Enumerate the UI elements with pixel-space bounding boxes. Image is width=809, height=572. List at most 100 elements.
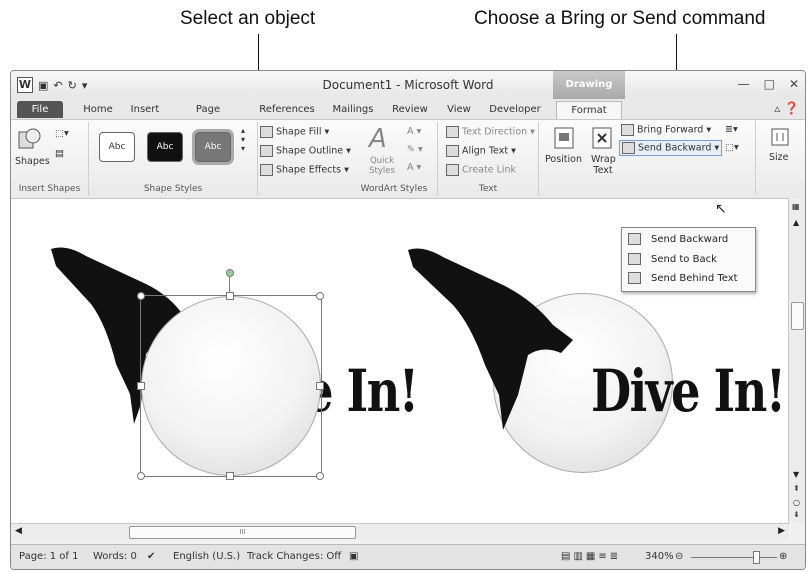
- circle-shape-selected[interactable]: [141, 296, 321, 476]
- send-backward-menu: Send Backward Send to Back Send Behind T…: [621, 227, 756, 292]
- zoom-slider-track[interactable]: [691, 557, 777, 558]
- group-objects-icon[interactable]: ⬚▾: [725, 142, 739, 153]
- status-language[interactable]: English (U.S.): [173, 551, 240, 562]
- shape-style-white[interactable]: Abc: [99, 132, 135, 162]
- mouse-cursor-icon: ↖: [715, 201, 727, 217]
- group-arrange-large: Position Wrap Text: [539, 122, 618, 196]
- tab-format[interactable]: Format: [556, 101, 622, 119]
- word-window: W ▣ ↶ ↻ ▾ Document1 - Microsoft Word Dra…: [10, 70, 806, 570]
- resize-handle-ne[interactable]: [316, 292, 324, 300]
- window-controls: — □ ✕: [738, 77, 799, 91]
- create-link-button[interactable]: Create Link: [446, 164, 516, 176]
- resize-handle-se[interactable]: [316, 472, 324, 480]
- view-buttons[interactable]: ▤▥▦≡≣: [561, 551, 621, 562]
- status-words[interactable]: Words: 0: [93, 551, 137, 562]
- minimize-icon[interactable]: —: [738, 77, 750, 91]
- bring-forward-button[interactable]: Bring Forward ▾: [621, 124, 711, 136]
- vertical-scrollbar[interactable]: ▦ ▲ ▼ ⇞ ○ ⇟: [788, 198, 805, 523]
- horizontal-scrollbar[interactable]: ◀ III ▶: [11, 523, 789, 540]
- position-button[interactable]: Position: [545, 154, 582, 165]
- browse-object-icon[interactable]: ○: [793, 498, 800, 507]
- status-zoom-level[interactable]: 340%: [645, 551, 674, 562]
- callout-bring-send: Choose a Bring or Send command: [474, 8, 766, 29]
- group-wordart-styles: A Quick Styles A ▾ ✎ ▾ A ▾ WordArt Style…: [351, 122, 438, 196]
- next-page-icon[interactable]: ⇟: [793, 510, 800, 519]
- resize-handle-w[interactable]: [137, 382, 145, 390]
- align-icon[interactable]: ≣▾: [725, 124, 738, 135]
- text-fill-icon[interactable]: A ▾: [407, 126, 421, 137]
- text-direction-button[interactable]: Text Direction ▾: [446, 126, 535, 138]
- scroll-up-icon[interactable]: ▲: [793, 218, 799, 227]
- proofing-icon[interactable]: ✔: [147, 551, 155, 562]
- zoom-out-icon[interactable]: ⊝: [675, 551, 683, 562]
- wrap-text-icon[interactable]: [591, 126, 613, 150]
- tab-mailings[interactable]: Mailings: [329, 101, 377, 118]
- shape-style-gray[interactable]: Abc: [192, 129, 234, 165]
- send-backward-button[interactable]: Send Backward ▾: [619, 140, 723, 156]
- wordart-a-icon[interactable]: A: [369, 124, 387, 154]
- rotation-handle[interactable]: [226, 269, 234, 277]
- shape-style-black[interactable]: Abc: [147, 132, 183, 162]
- ruler-toggle-icon[interactable]: ▦: [792, 202, 800, 211]
- group-label-text: Text: [478, 184, 498, 194]
- shape-effects-button[interactable]: Shape Effects ▾: [260, 164, 349, 176]
- text-box-icon[interactable]: ▤: [55, 148, 64, 159]
- link-icon: [446, 164, 459, 176]
- diver-image-right[interactable]: [403, 245, 578, 435]
- resize-handle-s[interactable]: [226, 472, 234, 480]
- shape-fill-button[interactable]: Shape Fill ▾: [260, 126, 329, 138]
- scroll-left-icon[interactable]: ◀: [15, 526, 22, 536]
- tab-insert[interactable]: Insert: [128, 101, 162, 118]
- size-button[interactable]: Size: [769, 152, 789, 163]
- text-direction-icon: [446, 126, 459, 138]
- status-page[interactable]: Page: 1 of 1: [19, 551, 78, 562]
- quick-styles-button[interactable]: Quick Styles: [367, 156, 397, 176]
- tab-review[interactable]: Review: [391, 101, 429, 118]
- zoom-slider-thumb[interactable]: [753, 551, 760, 564]
- position-icon[interactable]: [553, 126, 575, 150]
- title-bar: W ▣ ↶ ↻ ▾ Document1 - Microsoft Word Dra…: [11, 71, 805, 118]
- menu-item-send-to-back[interactable]: Send to Back: [622, 250, 755, 269]
- menu-item-send-backward[interactable]: Send Backward: [622, 230, 755, 249]
- group-label-insert-shapes: Insert Shapes: [18, 184, 81, 194]
- resize-handle-n[interactable]: [226, 292, 234, 300]
- wrap-text-button[interactable]: Wrap Text: [591, 154, 616, 176]
- vertical-scroll-thumb[interactable]: [791, 302, 804, 330]
- resize-handle-nw[interactable]: [137, 292, 145, 300]
- send-backward-icon: [622, 142, 635, 154]
- shape-outline-button[interactable]: Shape Outline ▾: [260, 145, 351, 157]
- send-behind-text-icon: [628, 272, 641, 284]
- text-effects-icon[interactable]: A ▾: [407, 162, 421, 173]
- tab-view[interactable]: View: [445, 101, 473, 118]
- scroll-down-icon[interactable]: ▼: [793, 470, 799, 479]
- align-text-button[interactable]: Align Text ▾: [446, 145, 516, 157]
- resize-handle-e[interactable]: [316, 382, 324, 390]
- tab-references[interactable]: References: [255, 101, 319, 118]
- resize-handle-sw[interactable]: [137, 472, 145, 480]
- shapes-button[interactable]: Shapes: [15, 156, 50, 167]
- restore-icon[interactable]: □: [764, 77, 775, 91]
- tab-file[interactable]: File: [17, 101, 63, 118]
- tab-developer[interactable]: Developer: [489, 101, 541, 118]
- help-icon[interactable]: ▵ ❓: [774, 101, 799, 115]
- zoom-in-icon[interactable]: ⊕: [779, 551, 787, 562]
- drawing-tools-context-label: Drawing Tools: [553, 71, 625, 118]
- previous-page-icon[interactable]: ⇞: [793, 484, 800, 493]
- size-icon[interactable]: [769, 126, 791, 148]
- tab-home[interactable]: Home: [81, 101, 115, 118]
- text-outline-icon[interactable]: ✎ ▾: [407, 144, 423, 155]
- styles-scroll-icon[interactable]: ▴ ▾ ▾: [241, 126, 245, 153]
- scroll-right-icon[interactable]: ▶: [778, 526, 785, 536]
- horizontal-scroll-thumb[interactable]: III: [129, 526, 356, 539]
- close-icon[interactable]: ✕: [789, 77, 799, 91]
- dive-in-text-right[interactable]: Dive In!: [591, 357, 786, 425]
- macro-record-icon[interactable]: ▣: [349, 551, 358, 562]
- tab-page-layout[interactable]: Page Layout: [178, 101, 238, 132]
- send-backward-icon: [628, 233, 641, 245]
- edit-shape-icon[interactable]: ⬚▾: [55, 128, 69, 139]
- status-track-changes[interactable]: Track Changes: Off: [247, 551, 341, 562]
- menu-item-send-behind-text[interactable]: Send Behind Text: [622, 269, 755, 288]
- send-to-back-icon: [628, 253, 641, 265]
- shapes-icon[interactable]: [17, 126, 43, 154]
- window-title: Document1 - Microsoft Word: [322, 78, 494, 92]
